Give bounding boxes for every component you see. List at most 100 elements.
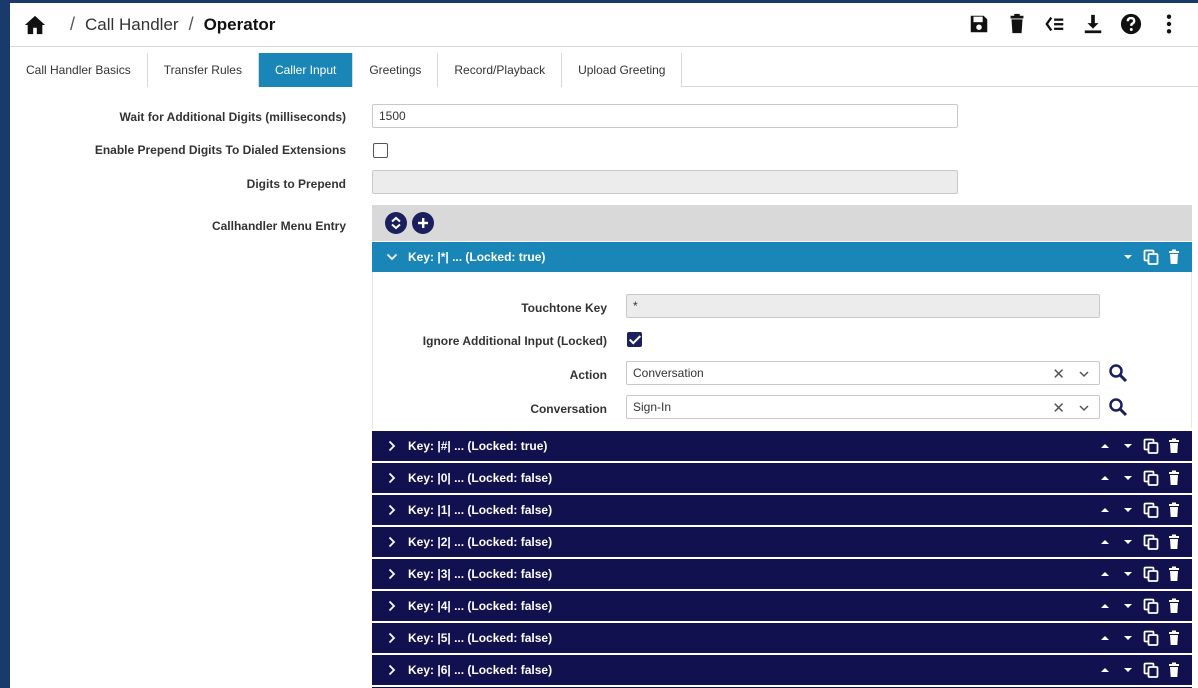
clear-icon[interactable]: ✕ (1052, 399, 1065, 417)
menu-entry-panel: Key: |*| ... (Locked: true) Touchtone Ke… (372, 205, 1192, 688)
entry-actions (1090, 470, 1182, 486)
conversation-select-value: Sign-In (633, 400, 672, 414)
page-header: / Call Handler / Operator (10, 3, 1198, 47)
copy-icon[interactable] (1143, 438, 1159, 454)
move-down-icon[interactable] (1120, 662, 1136, 678)
move-up-icon[interactable] (1097, 566, 1113, 582)
add-entry-icon[interactable] (412, 212, 434, 234)
tab-upload-greeting[interactable]: Upload Greeting (562, 53, 683, 87)
menu-entry-row[interactable]: Key: |#| ... (Locked: true) (372, 431, 1192, 461)
conversation-label: Conversation (530, 402, 607, 416)
entry-actions (1113, 249, 1182, 265)
trash-icon[interactable] (1166, 438, 1182, 454)
chevron-down-icon[interactable] (1079, 403, 1089, 413)
copy-icon[interactable] (1143, 502, 1159, 518)
expand-collapse-icon[interactable] (385, 212, 407, 234)
move-down-icon[interactable] (1120, 630, 1136, 646)
move-down-icon[interactable] (1120, 502, 1136, 518)
download-icon[interactable] (1082, 13, 1104, 35)
chevron-right-icon (388, 664, 396, 676)
ignore-input-checkbox[interactable] (627, 332, 642, 347)
menu-entry-row[interactable]: Key: |3| ... (Locked: false) (372, 559, 1192, 589)
wait-digits-input[interactable]: 1500 (372, 104, 958, 128)
menu-entry-row[interactable]: Key: |6| ... (Locked: false) (372, 655, 1192, 685)
entry-actions (1090, 438, 1182, 454)
menu-entry-row[interactable]: Key: |4| ... (Locked: false) (372, 591, 1192, 621)
search-icon[interactable] (1108, 397, 1128, 417)
trash-icon[interactable] (1166, 470, 1182, 486)
copy-icon[interactable] (1143, 534, 1159, 550)
trash-icon[interactable] (1166, 598, 1182, 614)
trash-icon[interactable] (1166, 534, 1182, 550)
menu-entry-star-header[interactable]: Key: |*| ... (Locked: true) (372, 242, 1192, 272)
chevron-right-icon (388, 632, 396, 644)
trash-icon[interactable] (1166, 502, 1182, 518)
menu-entry-title: Key: |2| ... (Locked: false) (408, 535, 553, 549)
reorder-icon[interactable] (1044, 13, 1066, 35)
menu-entry-title: Key: |6| ... (Locked: false) (408, 663, 553, 677)
delete-icon[interactable] (1006, 13, 1028, 35)
search-icon[interactable] (1108, 363, 1128, 383)
move-up-icon[interactable] (1097, 502, 1113, 518)
menu-entry-row[interactable]: Key: |2| ... (Locked: false) (372, 527, 1192, 557)
save-icon[interactable] (968, 13, 990, 35)
trash-icon[interactable] (1166, 566, 1182, 582)
page-title: Operator (203, 14, 276, 34)
clear-icon[interactable]: ✕ (1052, 365, 1065, 383)
copy-icon[interactable] (1143, 249, 1159, 265)
more-icon[interactable] (1158, 13, 1180, 35)
copy-icon[interactable] (1143, 662, 1159, 678)
menu-entry-label: Callhandler Menu Entry (211, 219, 346, 233)
entry-actions (1090, 630, 1182, 646)
move-up-icon[interactable] (1097, 438, 1113, 454)
tab-transfer-rules[interactable]: Transfer Rules (147, 53, 259, 87)
move-up-icon[interactable] (1097, 470, 1113, 486)
chevron-right-icon (388, 568, 396, 580)
home-icon[interactable] (24, 14, 46, 36)
copy-icon[interactable] (1143, 630, 1159, 646)
chevron-right-icon (388, 600, 396, 612)
move-up-icon[interactable] (1097, 534, 1113, 550)
menu-entry-row[interactable]: Key: |0| ... (Locked: false) (372, 463, 1192, 493)
menu-entry-row[interactable]: Key: |5| ... (Locked: false) (372, 623, 1192, 653)
copy-icon[interactable] (1143, 566, 1159, 582)
prepend-digits-label: Digits to Prepend (246, 177, 346, 191)
copy-icon[interactable] (1143, 598, 1159, 614)
entry-actions (1090, 662, 1182, 678)
action-select[interactable]: Conversation ✕ (626, 361, 1100, 385)
move-down-icon[interactable] (1120, 438, 1136, 454)
breadcrumb-call-handler[interactable]: Call Handler (85, 15, 179, 35)
help-icon[interactable] (1120, 13, 1142, 35)
move-up-icon[interactable] (1097, 630, 1113, 646)
tab-record-playback[interactable]: Record/Playback (438, 53, 563, 87)
menu-entry-title: Key: |4| ... (Locked: false) (408, 599, 553, 613)
copy-icon[interactable] (1143, 470, 1159, 486)
tab-caller-input[interactable]: Caller Input (258, 53, 354, 87)
menu-entry-title: Key: |*| ... (Locked: true) (408, 250, 546, 264)
trash-icon[interactable] (1166, 249, 1182, 265)
menu-entry-title: Key: |0| ... (Locked: false) (408, 471, 553, 485)
menu-entry-title: Key: |#| ... (Locked: true) (408, 439, 548, 453)
move-down-icon[interactable] (1120, 534, 1136, 550)
move-down-icon[interactable] (1120, 470, 1136, 486)
tab-greetings[interactable]: Greetings (353, 53, 439, 87)
move-down-icon[interactable] (1120, 249, 1136, 265)
prepend-enable-checkbox[interactable] (373, 143, 388, 158)
entry-actions (1090, 502, 1182, 518)
trash-icon[interactable] (1166, 662, 1182, 678)
move-up-icon[interactable] (1097, 662, 1113, 678)
action-label: Action (569, 368, 607, 382)
trash-icon[interactable] (1166, 630, 1182, 646)
menu-entry-row[interactable]: Key: |1| ... (Locked: false) (372, 495, 1192, 525)
move-down-icon[interactable] (1120, 598, 1136, 614)
prepend-digits-input[interactable] (372, 170, 958, 194)
conversation-select[interactable]: Sign-In ✕ (626, 395, 1100, 419)
tab-bar: Call Handler Basics Transfer Rules Calle… (10, 53, 1198, 87)
chevron-down-icon[interactable] (1079, 369, 1089, 379)
tab-call-handler-basics[interactable]: Call Handler Basics (10, 53, 148, 87)
touchtone-key-input[interactable]: * (626, 294, 1100, 318)
move-down-icon[interactable] (1120, 566, 1136, 582)
move-up-icon[interactable] (1097, 598, 1113, 614)
entry-actions (1090, 598, 1182, 614)
menu-entry-title: Key: |5| ... (Locked: false) (408, 631, 553, 645)
